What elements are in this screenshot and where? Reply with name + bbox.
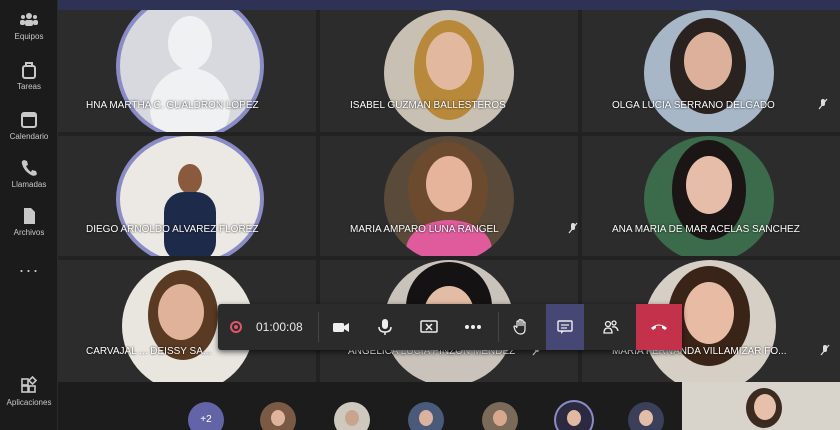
avatar [384,10,514,132]
overflow-participants-badge[interactable]: +2 [188,402,224,430]
participant-thumbnail[interactable] [482,402,518,430]
face [426,156,472,212]
files-icon [24,208,35,224]
more-apps-button[interactable]: ··· [0,260,58,281]
more-options-icon [465,325,481,329]
camera-icon [333,323,349,332]
avatar [644,136,774,256]
self-view-video[interactable] [682,382,840,430]
rail-item-apps[interactable]: Aplicaciones [0,376,58,407]
participant-name: MARIA AMPARO LUNA RANGEL [350,224,499,235]
share-screen-stop-icon [420,320,438,333]
chat-icon [557,320,573,334]
participant-name: CARVAJAL ... DEISSY SA... [86,346,212,357]
silhouette-head [168,16,212,70]
avatar [644,10,774,132]
app-rail: Equipos Tareas Calendario Llamadas Archi… [0,0,58,430]
avatar [120,10,260,132]
rail-item-calls[interactable]: Llamadas [0,158,58,189]
title-bar [58,0,840,10]
participant-tile[interactable]: ISABEL GUZMAN BALLESTEROS [320,10,578,132]
participant-tile[interactable]: MARIA AMPARO LUNA RANGEL [320,136,578,256]
participants-icon [603,320,619,334]
calendar-icon [21,112,37,128]
share-screen-button[interactable] [410,304,448,350]
participants-button[interactable] [592,304,630,350]
divider [498,312,499,342]
teams-icon [20,13,38,26]
participant-name: OLGA LUCIA SERRANO DELGADO [612,100,775,111]
face [684,282,734,344]
face [493,410,507,426]
face [684,32,732,90]
rail-item-calendar[interactable]: Calendario [0,110,58,141]
face [271,410,285,426]
face [639,410,653,426]
divider [318,312,319,342]
recording-indicator: 01:00:08 [218,304,314,350]
participant-thumbnail[interactable] [408,402,444,430]
participant-tile[interactable]: OLGA LUCIA SERRANO DELGADO [582,10,840,132]
participant-name: ANA MARIA DE MAR ACELAS SANCHEZ [612,224,800,235]
participant-tile[interactable]: DIEGO ARNOLDO ALVAREZ FLOREZ [58,136,316,256]
face [419,410,433,426]
call-controls-bar: 01:00:08 [218,304,682,350]
face [158,284,204,340]
avatar [120,136,260,256]
face [345,410,359,426]
raise-hand-button[interactable] [502,304,540,350]
phone-icon [21,160,37,176]
mic-off-icon [568,222,578,234]
hang-up-icon [651,324,667,330]
rail-label: Aplicaciones [6,398,52,407]
microphone-button[interactable] [366,304,404,350]
participant-strip: +2 [58,382,840,430]
participant-name: DIEGO ARNOLDO ALVAREZ FLOREZ [86,224,259,235]
camera-button[interactable] [322,304,360,350]
avatar [384,136,514,256]
mic-off-icon [820,344,830,356]
hang-up-button[interactable] [636,304,682,350]
rail-item-files[interactable]: Archivos [0,206,58,237]
participant-thumbnail[interactable] [556,402,592,430]
record-icon [230,321,242,333]
apps-icon [21,376,38,393]
participant-name: HNA MARTHA C. GUALDRON LOPEZ [86,100,259,111]
raise-hand-icon [513,318,526,335]
face [426,32,472,90]
mic-off-icon [818,98,828,110]
participant-tile[interactable]: ANA MARIA DE MAR ACELAS SANCHEZ [582,136,840,256]
face [686,156,732,214]
microphone-icon [378,319,392,335]
participant-name: ISABEL GUZMAN BALLESTEROS [350,100,506,111]
face [178,164,202,194]
rail-label: Llamadas [11,180,47,189]
more-actions-button[interactable] [454,304,492,350]
participant-thumbnail[interactable] [628,402,664,430]
call-timer: 01:00:08 [256,320,303,334]
face [754,394,776,420]
rail-item-teams[interactable]: Equipos [0,10,58,41]
rail-label: Archivos [13,228,45,237]
face [567,410,581,426]
participant-thumbnail[interactable] [334,402,370,430]
participant-tile[interactable]: HNA MARTHA C. GUALDRON LOPEZ [58,10,316,132]
assignments-icon [22,62,36,79]
chat-button[interactable] [546,304,584,350]
rail-label: Calendario [9,132,49,141]
rail-item-assignments[interactable]: Tareas [0,60,58,91]
rail-label: Tareas [16,82,41,91]
rail-label: Equipos [14,32,44,41]
participant-thumbnail[interactable] [260,402,296,430]
